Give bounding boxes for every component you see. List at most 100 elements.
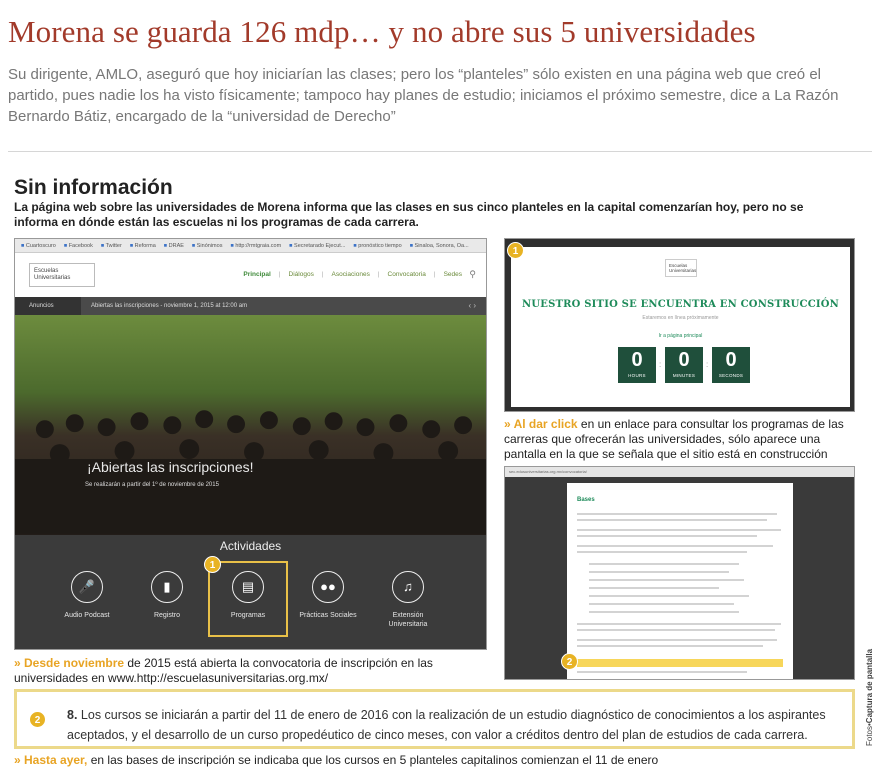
activity-label: Extensión Universitaria [388,612,428,628]
construction-heading: NUESTRO SITIO SE ENCUENTRA EN CONSTRUCCI… [522,299,839,310]
countdown-value: 0 [725,349,737,371]
site-logo: Escuelas Universitarias [665,259,697,277]
text-line [589,571,729,573]
nav-separator: | [433,271,436,278]
bookmark: Sinónimos [192,243,223,249]
countdown-hours: 0 HOURS [618,347,656,383]
headline: Morena se guarda 126 mdp… y no abre sus … [8,14,756,49]
bookmark: Secretarado Ejecut... [289,243,345,249]
ticker-arrows-icon: ‹ › [468,301,476,310]
address-bar: sec.edusuniversitarias.org.mx/convocator… [505,467,854,477]
text-line [577,535,757,537]
text-line [577,639,777,641]
ticker-text: Abiertas las inscripciones - noviembre 1… [91,303,248,309]
article-deck: Su dirigente, AMLO, aseguró que hoy inic… [8,66,839,125]
caption-text: en las bases de inscripción se indicaba … [87,753,659,767]
text-line [577,551,747,553]
text-line [577,529,781,531]
activities-title: Actividades [219,539,282,553]
text-line [589,587,719,589]
nav-item-convocatoria: Convocatoria [387,271,426,278]
nav-separator: | [321,271,324,278]
bookmark: pronóstico tiempo [353,243,401,249]
text-line [589,563,739,565]
bookmark: Cuartoscuro [21,243,56,249]
caption-lead: » Hasta ayer, [14,753,88,767]
bookmark: Facebook [64,243,93,249]
nav-item-sedes: Sedes [443,271,462,278]
news-ticker: Anuncios Abiertas las inscripciones - no… [15,297,486,315]
activity-extension-universitaria: ♫ Extensión Universitaria [373,571,443,629]
divider [8,151,872,152]
site-nav: Principal | Diálogos | Asociaciones | Co… [243,271,462,278]
countdown-value: 0 [631,349,643,371]
chart-icon: ▮ [151,571,183,603]
marker-badge: 2 [561,653,578,670]
countdown-separator: : [706,360,709,369]
highlight-box [208,561,288,637]
nav-separator: | [278,271,281,278]
activity-registro: ▮ Registro [132,571,202,620]
construction-card: Escuelas Universitarias NUESTRO SITIO SE… [511,247,850,407]
bookmark: Sinaloa, Sonora, Oa... [410,243,469,249]
site-logo: Escuelas Universitarias [29,263,95,287]
ticker-label: Anuncios [15,297,81,315]
nav-item-dialogos: Diálogos [288,271,314,278]
nav-item-asociaciones: Asociaciones [331,271,370,278]
text-line [577,519,767,521]
infographic-title: Sin información [14,176,173,199]
activity-label: Prácticas Sociales [299,612,357,619]
bookmark: http://rmtgraia.com [230,243,281,249]
text-line [577,645,763,647]
promo-subtitle: Se realizarán a partir del 1º de noviemb… [85,482,219,488]
caption-convocatoria: » Desde noviembre de 2015 está abierta l… [14,656,492,686]
caption-lead: » Desde noviembre [14,656,125,670]
infographic-subtitle: La página web sobre las universidades de… [14,200,804,229]
search-icon: ⚲ [469,269,476,279]
text-line [577,623,781,625]
music-icon: ♫ [392,571,424,603]
activity-label: Registro [153,612,181,619]
text-line [589,611,739,613]
quote-number: 8. [67,708,78,722]
text-line [589,595,749,597]
credit-prefix: Fotos• [865,723,874,746]
bases-page: Bases [567,483,793,679]
text-line [577,545,773,547]
nav-item-principal: Principal [243,271,271,278]
site-header: Escuelas Universitarias Principal | Diál… [15,253,486,297]
bookmark: Twitter [101,243,122,249]
countdown-separator: : [659,360,662,369]
quote-body: Los cursos se iniciarán a partir del 11 … [67,708,826,742]
countdown-unit: HOURS [628,373,646,378]
caption-lead: » Al dar click [504,417,578,431]
caption-construction: » Al dar click en un enlace para consult… [504,417,859,462]
countdown-unit: MINUTES [672,373,696,378]
construction-screenshot: Escuelas Universitarias NUESTRO SITIO SE… [504,238,855,412]
bookmarks-bar: Cuartoscuro Facebook Twitter Reforma DRA… [15,239,486,253]
construction-note: Estaremos en línea próximamente [642,315,719,321]
bookmark: DRAE [164,243,184,249]
text-line [577,671,747,673]
rule-quote-box: 2 8. Los cursos se iniciarán a partir de… [14,689,855,749]
text-line [589,579,744,581]
activity-label: Audio Podcast [64,612,110,619]
website-screenshot: Cuartoscuro Facebook Twitter Reforma DRA… [14,238,487,650]
credit-label: Captura de pantalla [865,648,874,724]
marker-badge: 1 [204,556,221,573]
countdown-seconds: 0 SECONDS [712,347,750,383]
activity-audio-podcast: 🎤 Audio Podcast [52,571,122,620]
promo-title: ¡Abiertas las inscripciones! [87,459,254,475]
bookmark: Reforma [130,243,156,249]
countdown-unit: SECONDS [718,373,744,378]
caption-bases: » Hasta ayer, en las bases de inscripció… [14,753,844,768]
nav-separator: | [377,271,380,278]
text-line [577,513,777,515]
highlighted-rule [577,659,783,667]
home-link: Ir a página principal [658,333,703,339]
quote-text: 8. Los cursos se iniciarán a partir del … [67,705,843,745]
bases-title: Bases [577,497,595,503]
activity-practicas-sociales: ●● Prácticas Sociales [293,571,363,620]
marker-badge: 2 [29,711,46,728]
text-line [589,603,734,605]
